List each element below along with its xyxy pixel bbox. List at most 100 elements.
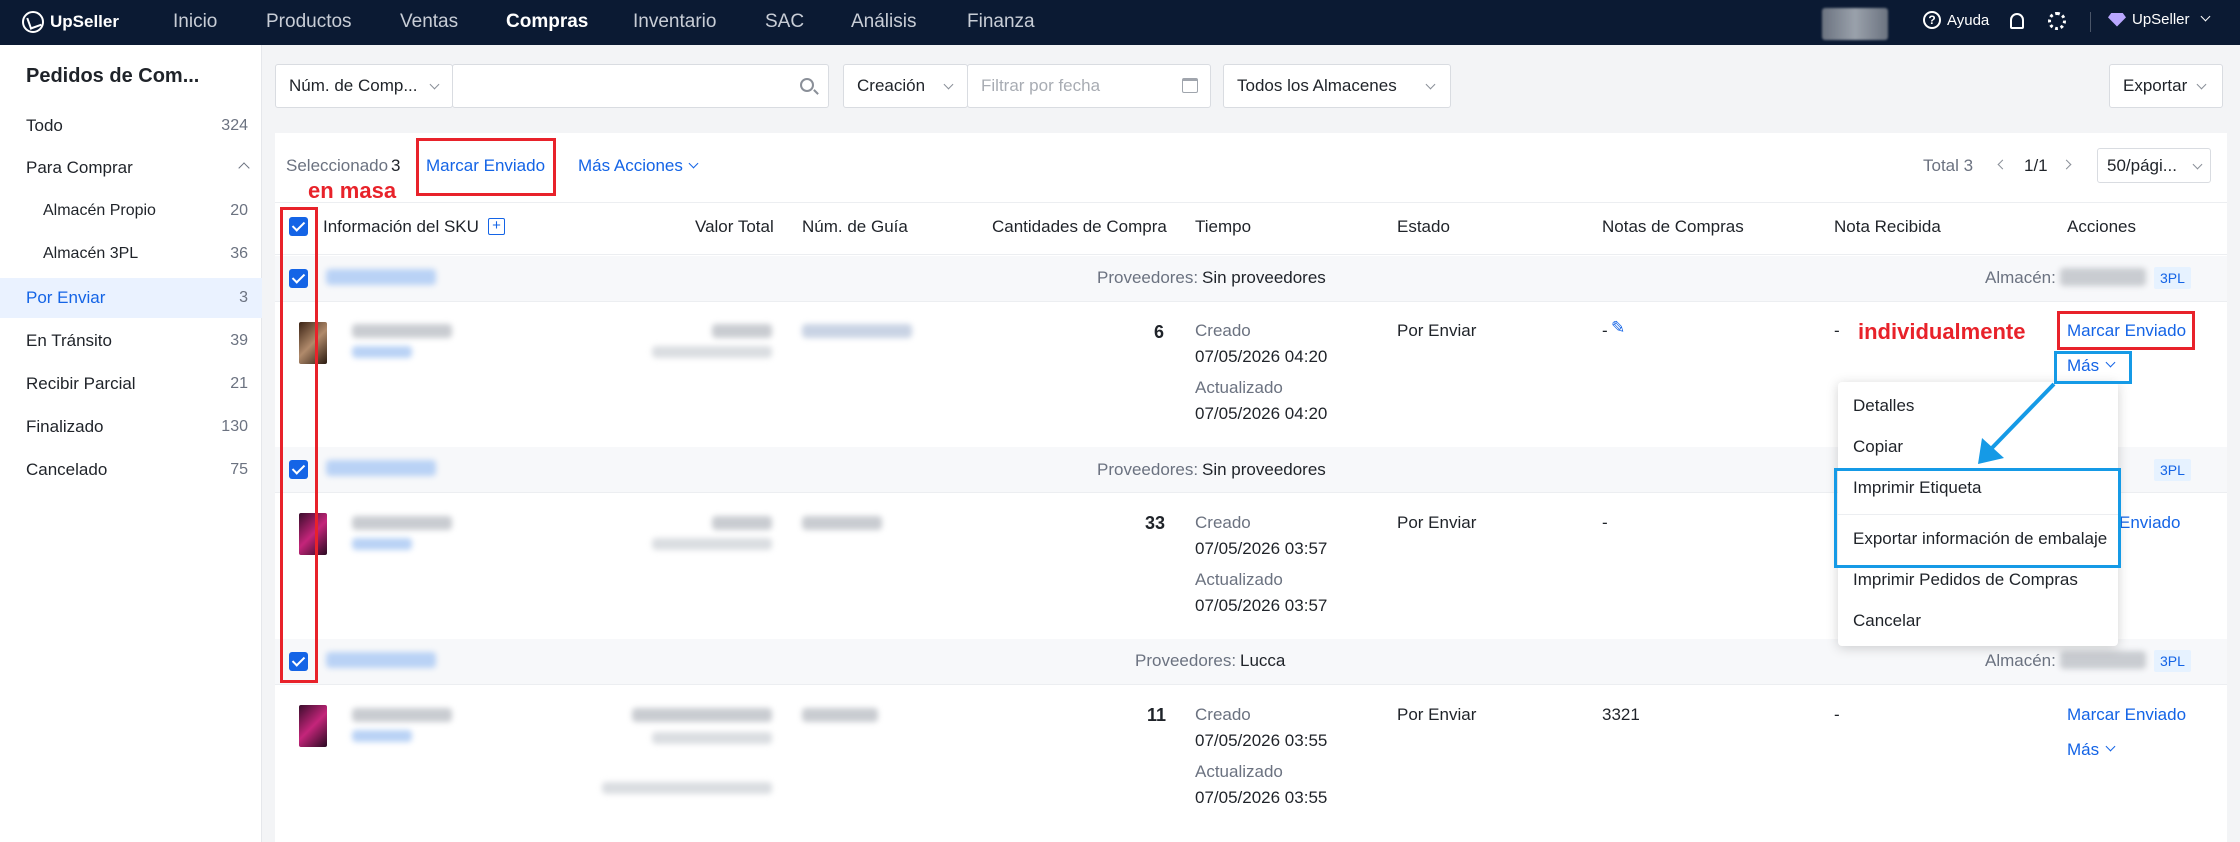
- search-input[interactable]: [452, 64, 829, 108]
- warehouse-label: Almacén:: [1985, 268, 2056, 287]
- tag-3pl: 3PL: [2154, 650, 2191, 672]
- notification-button[interactable]: [2010, 13, 2024, 29]
- tag-3pl: 3PL: [2154, 459, 2191, 481]
- created-time: 07/05/2026 03:55: [1195, 731, 1328, 750]
- received-note: -: [1834, 321, 1840, 340]
- purchase-note: 3321: [1602, 705, 1640, 724]
- nav-inicio[interactable]: Inicio: [173, 11, 217, 33]
- annotation-box-bulk-mark: [416, 138, 556, 196]
- chevron-down-icon: [2196, 79, 2207, 90]
- sidebar-item-almacen-3pl[interactable]: Almacén 3PL 36: [0, 234, 262, 274]
- tracking-blurred: [802, 324, 912, 338]
- bell-icon: [2010, 13, 2024, 29]
- per-page-select[interactable]: 50/pági...: [2097, 148, 2211, 183]
- nav-analisis[interactable]: Análisis: [851, 11, 916, 33]
- nav-productos[interactable]: Productos: [266, 11, 352, 33]
- diamond-icon: [2108, 12, 2126, 27]
- help-link[interactable]: ? Ayuda: [1923, 11, 1989, 29]
- sidebar-item-label: Recibir Parcial: [26, 374, 136, 393]
- total-value-blurred: [712, 324, 772, 338]
- sidebar-item-cancelado[interactable]: Cancelado 75: [0, 450, 262, 490]
- col-actions: Acciones: [2067, 217, 2136, 236]
- sidebar-item-finalizado[interactable]: Finalizado 130: [0, 407, 262, 447]
- brand-name: UpSeller: [50, 12, 119, 31]
- nav-finanza[interactable]: Finanza: [967, 11, 1035, 33]
- sidebar-item-label: Para Comprar: [26, 158, 133, 177]
- nav-inventario[interactable]: Inventario: [633, 11, 716, 33]
- date-type-select[interactable]: Creación: [843, 64, 968, 108]
- sidebar-item-label: Por Enviar: [26, 288, 106, 307]
- col-status: Estado: [1397, 217, 1450, 236]
- updated-label: Actualizado: [1195, 570, 1283, 589]
- store-avatar-blurred[interactable]: [1822, 8, 1888, 40]
- sidebar-item-recibir-parcial[interactable]: Recibir Parcial 21: [0, 364, 262, 404]
- chevron-down-icon: [943, 79, 954, 90]
- search-icon[interactable]: [800, 78, 814, 92]
- more-button[interactable]: Más: [2067, 740, 2099, 760]
- received-note: -: [1834, 705, 1840, 724]
- sidebar-item-todo[interactable]: Todo 324: [0, 106, 262, 146]
- total-value-blurred: [712, 516, 772, 530]
- tracking-blurred: [802, 708, 878, 722]
- order-number-blurred[interactable]: [326, 269, 436, 285]
- edit-note-icon[interactable]: ✎: [1611, 318, 1625, 338]
- sidebar-item-count: 75: [230, 461, 248, 478]
- menu-item-detalles[interactable]: Detalles: [1853, 396, 1914, 416]
- date-filter-input[interactable]: Filtrar por fecha: [967, 64, 1211, 108]
- sidebar-item-count: 324: [221, 117, 248, 134]
- menu-item-cancelar[interactable]: Cancelar: [1853, 611, 1921, 631]
- warehouse-name-blurred: [2060, 268, 2146, 286]
- selected-count: 3: [391, 156, 401, 175]
- brand-logo[interactable]: UpSeller: [22, 11, 119, 33]
- more-actions-button[interactable]: Más Acciones: [578, 156, 683, 176]
- sidebar-item-por-enviar[interactable]: Por Enviar 3: [0, 278, 262, 318]
- mark-sent-button-partial[interactable]: Enviado: [2119, 513, 2180, 533]
- selected-label: Seleccionado: [286, 156, 389, 175]
- nav-separator: [2090, 12, 2091, 32]
- settings-button[interactable]: [2048, 12, 2066, 30]
- created-time: 07/05/2026 04:20: [1195, 347, 1328, 366]
- supplier-label: Proveedores:: [1097, 460, 1199, 479]
- sidebar-item-para-comprar[interactable]: Para Comprar: [0, 148, 262, 188]
- warehouse-select[interactable]: Todos los Almacenes: [1223, 64, 1451, 108]
- annotation-box-more: [2054, 351, 2132, 384]
- total-count: Total 3: [1923, 156, 1974, 175]
- annotation-box-checkboxes: [280, 207, 318, 683]
- search-type-select[interactable]: Núm. de Comp...: [275, 64, 453, 108]
- purchase-qty: 11: [1147, 705, 1167, 725]
- export-button[interactable]: Exportar: [2109, 64, 2223, 108]
- created-time: 07/05/2026 03:57: [1195, 539, 1328, 558]
- help-icon: ?: [1923, 11, 1941, 29]
- total-value-blurred: [632, 708, 772, 722]
- sidebar-item-almacen-propio[interactable]: Almacén Propio 20: [0, 191, 262, 231]
- nav-ventas[interactable]: Ventas: [400, 11, 458, 33]
- updated-label: Actualizado: [1195, 762, 1283, 781]
- account-menu[interactable]: UpSeller: [2108, 11, 2210, 28]
- annotation-box-menu-items: [1834, 468, 2121, 568]
- created-label: Creado: [1195, 705, 1251, 724]
- help-label: Ayuda: [1947, 11, 1990, 29]
- upseller-logo-icon: [22, 11, 44, 33]
- sku-name-blurred: [352, 708, 452, 722]
- nav-sac[interactable]: SAC: [765, 11, 804, 33]
- menu-item-imprimir-pedidos[interactable]: Imprimir Pedidos de Compras: [1853, 570, 2078, 590]
- order-number-blurred[interactable]: [326, 460, 436, 476]
- mark-sent-button[interactable]: Marcar Enviado: [2067, 705, 2186, 725]
- col-time: Tiempo: [1195, 217, 1252, 236]
- menu-item-copiar[interactable]: Copiar: [1853, 437, 1903, 457]
- nav-compras[interactable]: Compras: [506, 11, 588, 33]
- created-label: Creado: [1195, 321, 1251, 340]
- annotation-box-mark-sent: [2057, 311, 2195, 350]
- sidebar-item-count: 21: [230, 375, 248, 392]
- sidebar-item-count: 39: [230, 332, 248, 349]
- col-purchase-notes: Notas de Compras: [1602, 217, 1744, 236]
- value-detail-blurred: [602, 782, 772, 794]
- order-number-blurred[interactable]: [326, 652, 436, 668]
- page-indicator: 1/1: [2024, 156, 2048, 175]
- supplier-value: Sin proveedores: [1202, 460, 1326, 479]
- add-column-icon[interactable]: +: [488, 218, 505, 235]
- sidebar-item-en-transito[interactable]: En Tránsito 39: [0, 321, 262, 361]
- updated-label: Actualizado: [1195, 378, 1283, 397]
- export-label: Exportar: [2123, 76, 2188, 95]
- product-thumbnail[interactable]: [299, 705, 327, 747]
